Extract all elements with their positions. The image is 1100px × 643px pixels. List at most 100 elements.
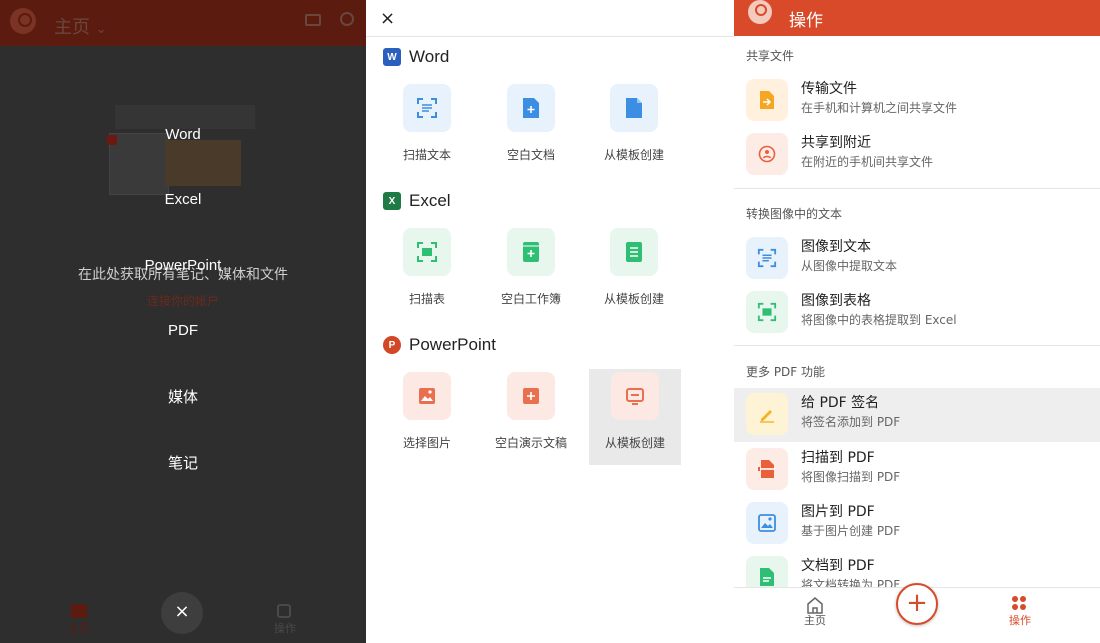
option-label: 从模板创建 [603, 148, 664, 162]
new-presentation-icon [507, 372, 555, 420]
image-to-table-icon [746, 291, 788, 333]
option-label: 空白演示文稿 [494, 436, 567, 450]
divider [734, 188, 1100, 189]
page-title: 操作 [789, 11, 823, 31]
action-scan-to-pdf[interactable]: 扫描到 PDF 将图像扫描到 PDF [734, 443, 1100, 497]
action-subtitle: 将签名添加到 PDF [801, 415, 901, 429]
powerpoint-section-title: PowerPoint [409, 335, 496, 354]
word-section-header: W Word [383, 46, 449, 68]
word-section-title: Word [409, 47, 450, 66]
option-label: 空白工作簿 [500, 292, 561, 306]
share-nearby-icon [746, 133, 788, 175]
transfer-file-icon [746, 79, 788, 121]
word-logo-icon: W [383, 48, 401, 66]
actions-header: 操作 [734, 0, 1100, 36]
account-avatar[interactable] [10, 8, 36, 34]
action-subtitle: 将文档转换为 PDF [801, 578, 901, 587]
option-label: 扫描表 [408, 292, 445, 306]
new-workbook-icon [507, 228, 555, 276]
doc-to-pdf-icon [746, 556, 788, 587]
excel-section-title: Excel [409, 191, 451, 210]
create-menu-pdf[interactable]: PDF [0, 322, 366, 339]
close-icon[interactable]: × [380, 8, 395, 29]
connect-account-link[interactable]: 连接你的帐户 [0, 292, 366, 309]
actions-panel: 操作 共享文件 传输文件 在手机和计算机之间共享文件 共享到附近 在附近的手机间… [734, 0, 1100, 643]
bottom-navigation: 主页 + 操作 [734, 583, 1100, 643]
excel-scan-table-button[interactable]: 扫描表 [381, 228, 473, 324]
powerpoint-choose-picture-button[interactable]: 选择图片 [381, 372, 473, 468]
action-title: 图像到文本 [801, 239, 871, 255]
excel-blank-workbook-button[interactable]: 空白工作簿 [485, 228, 577, 324]
add-button[interactable]: + [896, 583, 938, 625]
action-subtitle: 在附近的手机间共享文件 [801, 155, 934, 169]
word-from-template-button[interactable]: 从模板创建 [588, 84, 680, 180]
folder-icon[interactable] [305, 14, 321, 26]
search-icon[interactable] [340, 12, 354, 26]
home-icon[interactable] [71, 604, 87, 618]
template-document-icon [610, 84, 658, 132]
image-to-text-icon [746, 237, 788, 279]
operations-icon[interactable] [1012, 596, 1028, 612]
scan-table-icon [403, 228, 451, 276]
home-title[interactable]: 主页 ⌄ [54, 13, 107, 39]
action-title: 文档到 PDF [801, 558, 875, 574]
action-title: 图像到表格 [801, 293, 871, 309]
account-avatar[interactable] [748, 0, 772, 24]
nav-operations-label[interactable]: 操作 [1009, 612, 1031, 628]
powerpoint-section-header: P PowerPoint [383, 334, 496, 356]
word-scan-text-button[interactable]: 扫描文本 [381, 84, 473, 180]
group-title-convert-image-text: 转换图像中的文本 [746, 207, 843, 221]
action-transfer-file[interactable]: 传输文件 在手机和计算机之间共享文件 [734, 74, 1100, 128]
option-label: 从模板创建 [604, 436, 665, 450]
create-menu-word[interactable]: Word [0, 126, 366, 143]
powerpoint-blank-presentation-button[interactable]: 空白演示文稿 [485, 372, 577, 468]
create-menu-powerpoint[interactable]: PowerPoint [0, 257, 366, 274]
excel-logo-icon: X [383, 192, 401, 210]
action-doc-to-pdf[interactable]: 文档到 PDF 将文档转换为 PDF [734, 551, 1100, 587]
action-subtitle: 在手机和计算机之间共享文件 [801, 101, 958, 115]
chevron-down-icon: ⌄ [95, 22, 107, 37]
template-presentation-icon [611, 372, 659, 420]
picture-to-pdf-icon [746, 502, 788, 544]
choose-picture-icon [403, 372, 451, 420]
home-top-bar: 主页 ⌄ [0, 0, 366, 46]
action-subtitle: 将图像扫描到 PDF [801, 470, 901, 484]
action-sign-pdf[interactable]: 给 PDF 签名 将签名添加到 PDF [734, 388, 1100, 442]
divider [366, 36, 734, 37]
template-workbook-icon [610, 228, 658, 276]
powerpoint-from-template-button[interactable]: 从模板创建 [589, 369, 681, 465]
action-title: 图片到 PDF [801, 504, 875, 520]
close-create-menu-button[interactable]: × [161, 592, 203, 634]
grid-icon[interactable] [277, 604, 291, 618]
action-subtitle: 从图像中提取文本 [801, 259, 898, 273]
action-title: 给 PDF 签名 [801, 395, 880, 411]
group-title-more-pdf: 更多 PDF 功能 [746, 365, 826, 379]
action-title: 共享到附近 [801, 135, 871, 151]
divider [734, 345, 1100, 346]
excel-from-template-button[interactable]: 从模板创建 [588, 228, 680, 324]
excel-section-header: X Excel [383, 190, 451, 212]
powerpoint-logo-icon: P [383, 336, 401, 354]
action-image-to-text[interactable]: 图像到文本 从图像中提取文本 [734, 232, 1100, 286]
option-label: 选择图片 [402, 436, 451, 450]
create-menu-excel[interactable]: Excel [0, 191, 366, 208]
group-title-share: 共享文件 [746, 49, 795, 63]
create-panel: × W Word 扫描文本 空白文档 从模板创建 X Excel 扫描表 空白工… [366, 0, 734, 643]
action-picture-to-pdf[interactable]: 图片到 PDF 基于图片创建 PDF [734, 497, 1100, 551]
word-blank-document-button[interactable]: 空白文档 [485, 84, 577, 180]
bottom-home-label: 主页 [68, 622, 90, 635]
home-screen-dimmed: 主页 ⌄ 在此处获取所有笔记、媒体和文件 连接你的帐户 Word Excel P… [0, 0, 366, 643]
create-menu-media[interactable]: 媒体 [0, 386, 366, 407]
scan-text-icon [403, 84, 451, 132]
sign-pdf-icon [746, 393, 788, 435]
option-label: 从模板创建 [603, 292, 664, 306]
scan-to-pdf-icon [746, 448, 788, 490]
action-subtitle: 基于图片创建 PDF [801, 524, 901, 538]
action-image-to-table[interactable]: 图像到表格 将图像中的表格提取到 Excel [734, 286, 1100, 340]
bottom-ops-label: 操作 [274, 622, 296, 635]
home-title-label: 主页 [54, 17, 90, 38]
action-title: 扫描到 PDF [801, 450, 875, 466]
nav-home-label[interactable]: 主页 [804, 612, 826, 628]
create-menu-notes[interactable]: 笔记 [0, 452, 366, 473]
action-share-nearby[interactable]: 共享到附近 在附近的手机间共享文件 [734, 128, 1100, 182]
